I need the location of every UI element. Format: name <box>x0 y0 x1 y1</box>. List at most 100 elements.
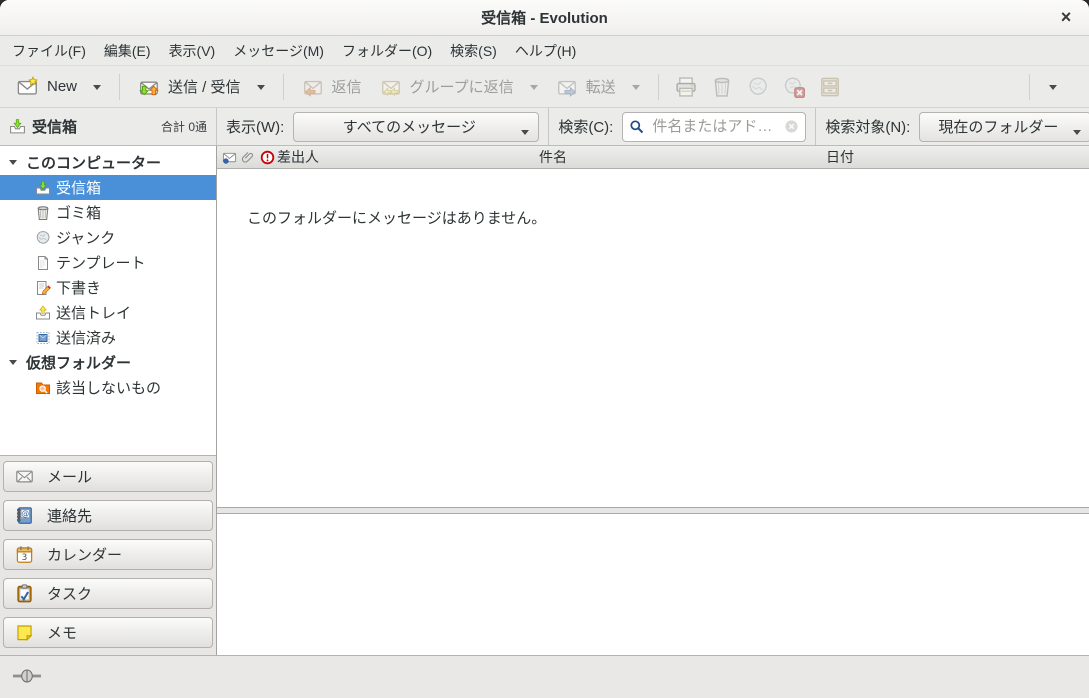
delete-button[interactable] <box>704 72 740 102</box>
reply-button[interactable]: 返信 <box>293 72 371 102</box>
view-filter-label: 表示(W): <box>226 116 284 137</box>
folder-tree: このコンピューター 受信箱 ゴミ箱 <box>0 146 216 455</box>
search-scope-value: 現在のフォルダー <box>938 116 1058 137</box>
expander-icon[interactable] <box>9 360 17 369</box>
forward-label: 転送 <box>586 76 616 97</box>
title-bar[interactable]: 受信箱 - Evolution × <box>0 0 1089 36</box>
message-count: 合計 0通 <box>161 118 207 135</box>
junk-button[interactable] <box>740 72 776 102</box>
folder-group-search-folders[interactable]: 仮想フォルダー <box>0 350 216 375</box>
main-toolbar: New 送信 / 受信 返信 グループに返信 <box>0 66 1089 108</box>
switcher-tasks-button[interactable]: タスク <box>3 578 213 609</box>
folder-unmatched[interactable]: 該当しないもの <box>0 375 216 400</box>
chevron-down-icon <box>632 85 640 94</box>
view-filter-dropdown[interactable]: すべてのメッセージ <box>293 112 539 142</box>
print-button[interactable] <box>668 72 704 102</box>
search-scope-dropdown[interactable]: 現在のフォルダー <box>919 112 1089 142</box>
window-title: 受信箱 - Evolution <box>481 7 608 28</box>
menu-view[interactable]: 表示(V) <box>160 36 225 66</box>
archive-button[interactable] <box>812 72 848 102</box>
svg-text:@: @ <box>21 509 29 518</box>
chevron-down-icon <box>521 130 529 139</box>
folder-label: 受信箱 <box>56 177 101 198</box>
folder-drafts[interactable]: 下書き <box>0 275 216 300</box>
toolbar-overflow-button[interactable] <box>1039 74 1067 100</box>
preview-splitter-handle[interactable] <box>217 507 1089 514</box>
send-receive-icon <box>138 76 160 98</box>
send-receive-button[interactable]: 送信 / 受信 <box>129 72 274 102</box>
folder-sent[interactable]: 送信済み <box>0 325 216 350</box>
folder-label: 下書き <box>56 277 101 298</box>
folder-junk[interactable]: ジャンク <box>0 225 216 250</box>
folder-outbox[interactable]: 送信トレイ <box>0 300 216 325</box>
folder-label: テンプレート <box>56 252 146 273</box>
folder-templates[interactable]: テンプレート <box>0 250 216 275</box>
new-button[interactable]: New <box>8 72 110 102</box>
reply-group-icon <box>380 76 402 98</box>
svg-text:3: 3 <box>22 553 28 563</box>
search-toolbar: 表示(W): すべてのメッセージ 検索(C): 検索対象(N): 現在のフォルダ… <box>217 108 1089 145</box>
switcher-label: カレンダー <box>47 544 122 565</box>
column-date[interactable]: 日付 <box>826 146 854 168</box>
template-icon <box>35 255 51 271</box>
expander-icon[interactable] <box>9 160 17 169</box>
attachment-icon[interactable] <box>241 146 255 168</box>
reply-icon <box>302 76 324 98</box>
switcher-mail-button[interactable]: メール <box>3 461 213 492</box>
folder-group-label: 仮想フォルダー <box>26 352 131 373</box>
chevron-down-icon <box>257 85 265 94</box>
message-status-icon[interactable] <box>222 146 237 168</box>
menu-edit[interactable]: 編集(E) <box>95 36 160 66</box>
forward-button[interactable]: 転送 <box>547 72 649 102</box>
evolution-window: 受信箱 - Evolution × ファイル(F) 編集(E) 表示(V) メッ… <box>0 0 1089 698</box>
menu-bar: ファイル(F) 編集(E) 表示(V) メッセージ(M) フォルダー(O) 検索… <box>0 36 1089 66</box>
not-junk-button[interactable] <box>776 72 812 102</box>
menu-message[interactable]: メッセージ(M) <box>224 36 333 66</box>
new-button-label: New <box>47 78 77 95</box>
menu-folder[interactable]: フォルダー(O) <box>333 36 441 66</box>
preview-pane[interactable] <box>217 514 1089 655</box>
send-receive-label: 送信 / 受信 <box>168 76 241 97</box>
archive-icon <box>819 76 841 98</box>
chevron-down-icon <box>1073 130 1081 139</box>
important-icon[interactable] <box>260 146 275 168</box>
switcher-label: タスク <box>47 583 92 604</box>
folder-name: 受信箱 <box>32 116 77 137</box>
menu-search[interactable]: 検索(S) <box>441 36 506 66</box>
clear-search-icon[interactable] <box>784 119 799 134</box>
separator <box>815 108 816 145</box>
menu-file[interactable]: ファイル(F) <box>3 36 95 66</box>
online-status-button[interactable] <box>10 667 44 688</box>
junk-icon <box>747 76 769 98</box>
search-input[interactable] <box>650 117 779 136</box>
main-area: このコンピューター 受信箱 ゴミ箱 <box>0 146 1089 655</box>
view-filter-value: すべてのメッセージ <box>343 116 476 137</box>
toolbar-separator <box>283 74 284 100</box>
toolbar-separator <box>658 74 659 100</box>
chevron-down-icon <box>93 85 101 94</box>
search-label: 検索(C): <box>558 116 613 137</box>
folder-group-this-computer[interactable]: このコンピューター <box>0 150 216 175</box>
search-scope-label: 検索対象(N): <box>825 116 910 137</box>
reply-group-button[interactable]: グループに返信 <box>371 72 547 102</box>
search-icon <box>629 119 645 135</box>
online-status-icon <box>12 669 42 686</box>
not-junk-icon <box>783 76 805 98</box>
folder-trash[interactable]: ゴミ箱 <box>0 200 216 225</box>
message-list[interactable]: このフォルダーにメッセージはありません。 <box>217 169 1089 507</box>
switcher-label: メモ <box>47 622 77 643</box>
column-subject[interactable]: 件名 <box>539 146 567 168</box>
folder-bar: 受信箱 合計 0通 表示(W): すべてのメッセージ 検索(C): 検索対象(N <box>0 108 1089 146</box>
switcher-contacts-button[interactable]: @ 連絡先 <box>3 500 213 531</box>
close-icon[interactable]: × <box>1053 5 1079 31</box>
switcher-calendar-button[interactable]: 3 カレンダー <box>3 539 213 570</box>
folder-inbox[interactable]: 受信箱 <box>0 175 216 200</box>
menu-help[interactable]: ヘルプ(H) <box>506 36 585 66</box>
print-icon <box>675 76 697 98</box>
column-from[interactable]: 差出人 <box>277 146 319 168</box>
delete-icon <box>711 76 733 98</box>
switcher-memos-button[interactable]: メモ <box>3 617 213 648</box>
toolbar-separator <box>1029 74 1030 100</box>
folder-label: 該当しないもの <box>56 377 161 398</box>
reply-label: 返信 <box>332 76 362 97</box>
